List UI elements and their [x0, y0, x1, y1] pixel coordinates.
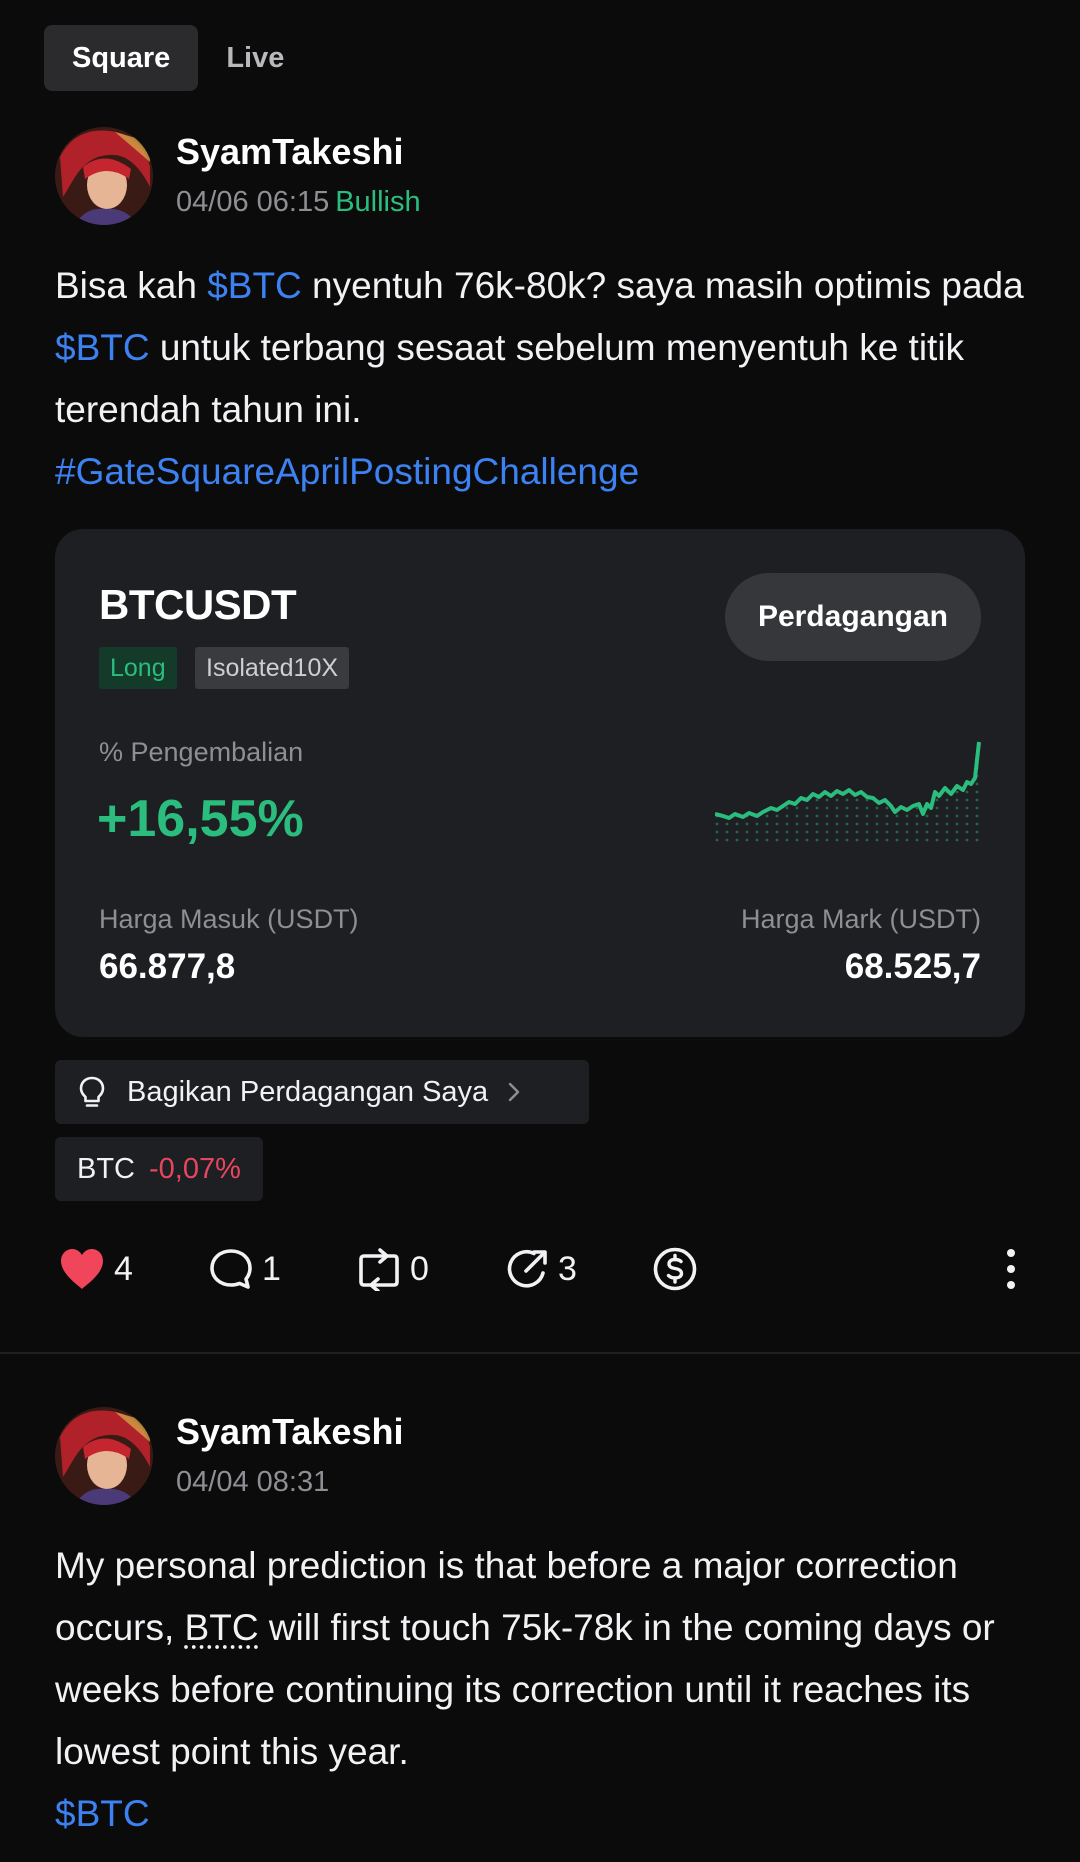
- avatar[interactable]: [55, 1407, 153, 1505]
- post-divider: [0, 1352, 1080, 1354]
- tab-square[interactable]: Square: [44, 25, 199, 91]
- margin-mode-badge: Isolated10X: [195, 647, 350, 689]
- share-count: 3: [558, 1249, 577, 1288]
- post-actions: 4 1 0 3: [0, 1243, 1080, 1295]
- entry-price-label: Harga Masuk (USDT): [99, 904, 359, 934]
- share-trade-button[interactable]: Bagikan Perdagangan Saya: [55, 1060, 589, 1124]
- trade-pair: BTCUSDT: [99, 581, 297, 628]
- more-vertical-icon: [1007, 1249, 1015, 1289]
- hashtag-link[interactable]: #GateSquareAprilPostingChallenge: [55, 451, 639, 492]
- avatar[interactable]: [55, 127, 153, 225]
- avatar-image: [55, 1407, 153, 1505]
- share-icon: [507, 1250, 547, 1288]
- post-text-segment: untuk terbang sesaat sebelum menyentuh k…: [55, 327, 965, 430]
- post-body: My personal prediction is that before a …: [55, 1535, 1035, 1845]
- ticker-link[interactable]: $BTC: [207, 265, 302, 306]
- share-trade-label: Bagikan Perdagangan Saya: [127, 1075, 489, 1108]
- post-author[interactable]: SyamTakeshi: [176, 1411, 403, 1453]
- heart-icon: [61, 1249, 103, 1289]
- comment-count: 1: [262, 1249, 281, 1288]
- mark-price-value: 68.525,7: [844, 947, 981, 986]
- ticker-chip[interactable]: BTC -0,07%: [55, 1137, 263, 1201]
- trade-card[interactable]: BTCUSDT Perdagangan Long Isolated10X % P…: [55, 529, 1025, 1037]
- chevron-right-icon: [508, 1082, 520, 1102]
- position-side-badge: Long: [99, 647, 177, 689]
- trade-button[interactable]: Perdagangan: [724, 573, 981, 661]
- repost-button[interactable]: 0: [356, 1243, 429, 1295]
- ticker-symbol: BTC: [77, 1152, 135, 1185]
- entry-price-value: 66.877,8: [99, 947, 236, 986]
- ticker-link[interactable]: $BTC: [55, 327, 150, 368]
- tab-bar: Square Live: [44, 25, 312, 91]
- post-author[interactable]: SyamTakeshi: [176, 131, 403, 173]
- post-timestamp: 04/04 08:31: [176, 1466, 330, 1498]
- sentiment-badge: Bullish: [335, 186, 421, 218]
- mark-price-label: Harga Mark (USDT): [740, 904, 981, 934]
- repost-icon: [359, 1248, 399, 1291]
- coin-mention[interactable]: BTC: [185, 1607, 259, 1648]
- lightbulb-icon: [79, 1076, 105, 1107]
- like-count: 4: [114, 1249, 133, 1288]
- post-timestamp: 04/06 06:15: [176, 186, 330, 218]
- like-button[interactable]: 4: [58, 1243, 133, 1295]
- repost-count: 0: [410, 1249, 429, 1288]
- comment-icon: [210, 1249, 252, 1289]
- return-value: +16,55%: [97, 790, 304, 848]
- post-body: Bisa kah $BTC nyentuh 76k-80k? saya masi…: [55, 255, 1035, 503]
- avatar-image: [55, 127, 153, 225]
- tab-live[interactable]: Live: [198, 25, 312, 91]
- ticker-link[interactable]: $BTC: [55, 1793, 150, 1834]
- price-sparkline: [715, 741, 981, 844]
- share-button[interactable]: 3: [504, 1243, 577, 1295]
- return-label: % Pengembalian: [99, 737, 304, 767]
- post-text-segment: nyentuh 76k-80k? saya masih optimis pada: [301, 265, 1024, 306]
- post-meta: 04/06 06:15 Bullish: [176, 186, 421, 219]
- tip-button[interactable]: [652, 1243, 706, 1295]
- dollar-coin-icon: [653, 1247, 697, 1291]
- comment-button[interactable]: 1: [208, 1243, 281, 1295]
- ticker-change: -0,07%: [149, 1152, 241, 1185]
- more-options-button[interactable]: [1002, 1243, 1028, 1295]
- post-text-segment: Bisa kah: [55, 265, 208, 306]
